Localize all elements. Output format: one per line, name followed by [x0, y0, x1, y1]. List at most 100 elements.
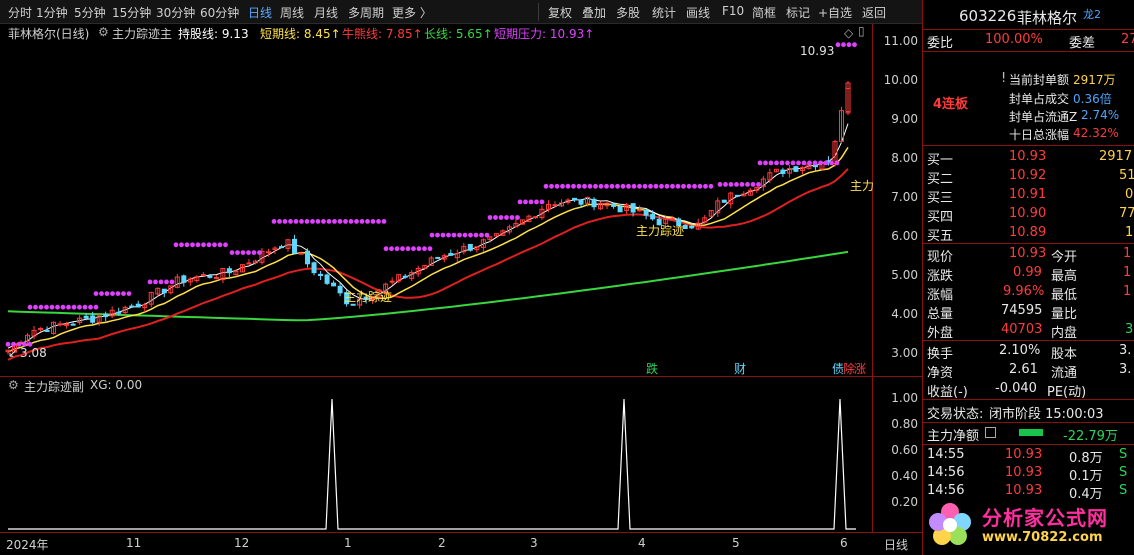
pressure-dot	[251, 250, 257, 256]
pressure-dot	[422, 246, 427, 252]
pressure-dot	[812, 160, 818, 166]
pressure-dot	[299, 219, 304, 224]
period-tab-monthly[interactable]: 月线	[314, 4, 338, 21]
pressure-dot	[692, 183, 697, 189]
pressure-dot	[697, 183, 703, 189]
period-tab-1min[interactable]: 1分钟	[36, 4, 68, 21]
period-tab-5min[interactable]: 5分钟	[74, 4, 106, 21]
pressure-dot	[240, 250, 246, 256]
pressure-dot	[457, 232, 462, 238]
info-value: 42.32%	[1073, 126, 1119, 140]
pressure-dot	[389, 246, 394, 252]
sub-tick: 0.80	[891, 417, 918, 431]
pressure-dot	[790, 160, 796, 166]
candle-body	[64, 323, 70, 326]
price-tick: 6.00	[891, 229, 918, 243]
quote-label: 涨跌	[927, 269, 954, 284]
period-tab-60min[interactable]: 60分钟	[200, 4, 239, 21]
main-force-annotation: 主力踪迹	[344, 290, 393, 304]
pressure-dot	[484, 232, 490, 238]
info-label: 封单占成交	[1009, 92, 1070, 106]
sub-indicator-chart[interactable]: ⚙ 主力踪迹副 XG: 0.00 1.00 0.80 0.60 0.40 0.2…	[0, 376, 922, 534]
price-tick: 11.00	[883, 34, 918, 48]
fin-label: 流通	[1051, 366, 1078, 381]
fin-label: 收益(-)	[927, 385, 968, 400]
stats-button[interactable]: 统计	[652, 4, 676, 21]
sub-tick: 0.40	[891, 469, 918, 483]
draw-line-button[interactable]: 画线	[686, 4, 710, 21]
event-marker-limit-up[interactable]: 涨	[854, 360, 866, 377]
pressure-dot	[201, 242, 206, 248]
quote-label: 今开	[1051, 250, 1078, 265]
kline-chart[interactable]: 菲林格尔(日线) ⚙ 主力踪迹主 持股线: 9.13 短期线: 8.45↑ 牛熊…	[0, 24, 922, 376]
candle-body	[161, 288, 167, 294]
period-tab-daily[interactable]: 日线	[248, 4, 272, 21]
period-tab-multi[interactable]: 多周期	[348, 4, 384, 21]
mark-button[interactable]: 标记	[786, 4, 810, 21]
trade-status-value: 闭市阶段 15:00:03	[989, 407, 1104, 422]
quote-value: 0.99	[1013, 265, 1042, 280]
pressure-dot	[763, 160, 768, 166]
pressure-dot	[750, 182, 756, 187]
multi-stock-button[interactable]: 多股	[616, 4, 640, 21]
overlay-button[interactable]: 叠加	[582, 4, 606, 21]
pressure-dot	[126, 291, 132, 296]
tick-time: 14:56	[927, 483, 965, 498]
period-tab-weekly[interactable]: 周线	[280, 4, 304, 21]
pressure-dot	[82, 304, 88, 310]
add-watchlist-button[interactable]: +自选	[818, 4, 852, 21]
pressure-dot	[818, 160, 823, 166]
pressure-dot	[271, 219, 277, 224]
pressure-dot	[648, 183, 653, 189]
weicha-value: 27	[1121, 32, 1134, 47]
buy-volume: 0	[1125, 187, 1134, 202]
pressure-dot	[257, 250, 262, 256]
pressure-dot	[383, 246, 389, 252]
pressure-dot	[609, 183, 615, 189]
fin-label: PE(动)	[1047, 385, 1087, 400]
quote-label: 量比	[1051, 307, 1078, 322]
pressure-dot	[509, 215, 515, 220]
candle-body	[591, 198, 597, 208]
candle-body	[57, 323, 63, 326]
pressure-dot	[235, 250, 240, 256]
time-label: 1	[344, 536, 352, 550]
candle-body	[650, 213, 656, 220]
pressure-dot	[288, 219, 293, 224]
pressure-dot	[745, 182, 750, 187]
pressure-dot	[184, 242, 190, 248]
time-label: 6	[840, 536, 848, 550]
candle-body	[643, 210, 649, 216]
pressure-dot	[686, 183, 692, 189]
weicha-label: 委差	[1069, 36, 1096, 51]
period-tab-more[interactable]: 更多 〉	[392, 4, 432, 21]
time-label: 4	[638, 536, 646, 550]
candle-body	[318, 273, 324, 277]
buy-volume: 1	[1125, 225, 1134, 240]
event-marker-finance[interactable]: 财	[734, 360, 746, 377]
price-tick: 4.00	[891, 307, 918, 321]
pressure-dot	[381, 219, 387, 224]
simple-frame-button[interactable]: 简框	[752, 4, 776, 21]
candle-body	[389, 280, 395, 283]
fuquan-button[interactable]: 复权	[548, 4, 572, 21]
quote-label: 现价	[927, 250, 954, 265]
period-tab-15min[interactable]: 15分钟	[112, 4, 151, 21]
f10-button[interactable]: F10	[722, 4, 744, 18]
pressure-dot	[515, 215, 520, 220]
candle-body	[311, 262, 317, 274]
tick-time: 14:55	[927, 447, 965, 462]
period-tab-fenshi[interactable]: 分时	[8, 4, 32, 21]
candle-body	[292, 238, 298, 254]
quote-value: 1	[1123, 246, 1132, 261]
pressure-dot	[304, 219, 310, 224]
time-label: 2024年	[6, 538, 49, 552]
period-tab-30min[interactable]: 30分钟	[156, 4, 195, 21]
net-flow-menu-icon[interactable]	[985, 427, 996, 438]
watermark-url: www.70822.com	[982, 530, 1103, 545]
event-marker-fall[interactable]: 跌	[646, 360, 658, 377]
candle-body	[578, 199, 584, 205]
back-button[interactable]: 返回	[862, 4, 886, 21]
pressure-dot	[195, 242, 201, 248]
quote-label: 最低	[1051, 288, 1078, 303]
